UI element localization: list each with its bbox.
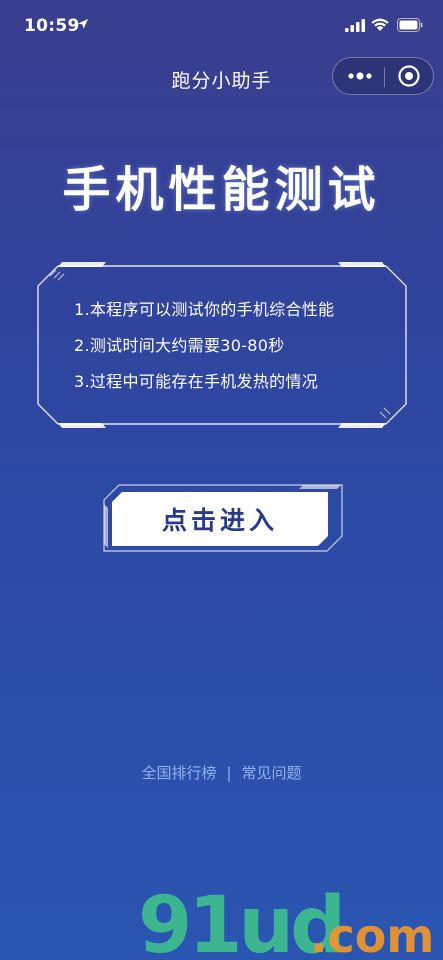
cellular-signal-icon	[345, 19, 365, 32]
more-dots-icon[interactable]	[344, 66, 376, 86]
info-line-2: 2.测试时间大约需要30-80秒	[74, 336, 285, 355]
ranking-link[interactable]: 全国排行榜	[141, 762, 216, 783]
faq-link[interactable]: 常见问题	[242, 762, 302, 783]
status-time: 10:59	[24, 16, 80, 36]
capsule-divider	[384, 67, 385, 87]
info-line-3: 3.过程中可能存在手机发热的情况	[74, 372, 319, 391]
footer-links: 全国排行榜 | 常见问题	[0, 762, 443, 783]
battery-icon	[397, 18, 423, 32]
svg-text:.com: .com	[310, 909, 434, 960]
enter-button[interactable]: 点击进入	[112, 492, 328, 546]
wifi-icon	[371, 18, 389, 31]
info-line-1: 1.本程序可以测试你的手机综合性能	[74, 300, 335, 319]
close-mini-program-icon[interactable]	[396, 63, 422, 89]
page-title: 手机性能测试	[62, 162, 381, 218]
location-arrow-icon	[78, 19, 88, 29]
site-watermark-logo: 91ud .com	[138, 881, 434, 960]
footer-separator: |	[226, 764, 232, 782]
